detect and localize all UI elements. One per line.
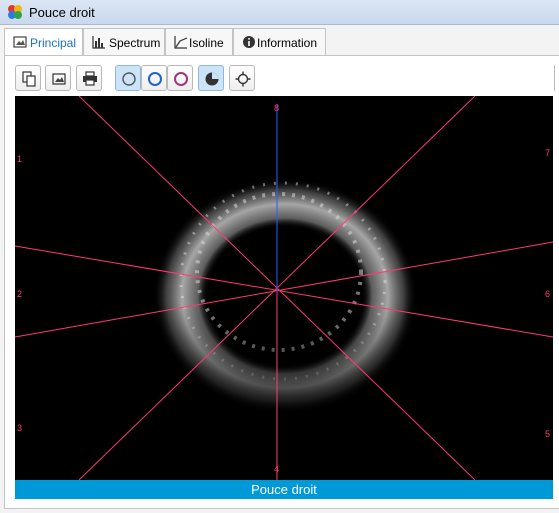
app-icon: [8, 5, 22, 19]
copy-icon: [22, 71, 36, 87]
histogram-icon: [92, 36, 105, 49]
image-icon: [13, 36, 27, 48]
info-icon: [243, 36, 255, 48]
image-viewer[interactable]: 8 7 6 5 4 3 2 1: [15, 96, 553, 480]
tab-principal-label: Principal: [30, 36, 77, 50]
sector-label-4: 4: [274, 464, 279, 474]
pie-sector-icon: [205, 72, 219, 86]
tab-isoline-label: Isoline: [189, 36, 224, 50]
image-icon: [52, 73, 66, 85]
sector-button[interactable]: [198, 65, 224, 91]
status-bar: Pouce droit: [15, 480, 553, 499]
tab-spectrum-label: Spectrum: [109, 36, 161, 50]
copy-button[interactable]: [15, 65, 41, 91]
center-button[interactable]: [229, 65, 255, 91]
circle-gray-button[interactable]: [115, 65, 141, 91]
sector-label-3: 3: [17, 423, 22, 433]
circle-purple-icon: [174, 72, 188, 86]
crosshair-icon: [235, 71, 251, 87]
sector-label-2: 2: [17, 289, 22, 299]
toolbar-overflow-edge: [554, 65, 559, 91]
main-window: Pouce droit Principal Spectrum Isoline I…: [0, 0, 559, 513]
tab-information[interactable]: Information: [233, 28, 326, 55]
tab-isoline[interactable]: Isoline: [165, 28, 233, 55]
title-bar: Pouce droit: [0, 0, 559, 25]
ring-image: 8 7 6 5 4 3 2 1: [15, 96, 553, 480]
window-title: Pouce droit: [29, 5, 95, 20]
printer-icon: [83, 71, 97, 86]
tab-spectrum[interactable]: Spectrum: [83, 28, 165, 55]
sector-label-5: 5: [545, 429, 550, 439]
print-button[interactable]: [76, 65, 102, 91]
line-chart-icon: [174, 36, 188, 49]
sector-label-8: 8: [274, 103, 279, 113]
sector-label-6: 6: [545, 289, 550, 299]
sector-label-7: 7: [545, 148, 550, 158]
circle-gray-icon: [122, 72, 136, 86]
circle-purple-button[interactable]: [167, 65, 193, 91]
tab-information-label: Information: [257, 36, 318, 50]
sector-label-1: 1: [17, 154, 22, 164]
tab-principal[interactable]: Principal: [4, 28, 83, 56]
circle-blue-button[interactable]: [141, 65, 167, 91]
save-image-button[interactable]: [45, 65, 71, 91]
circle-blue-icon: [148, 72, 162, 86]
